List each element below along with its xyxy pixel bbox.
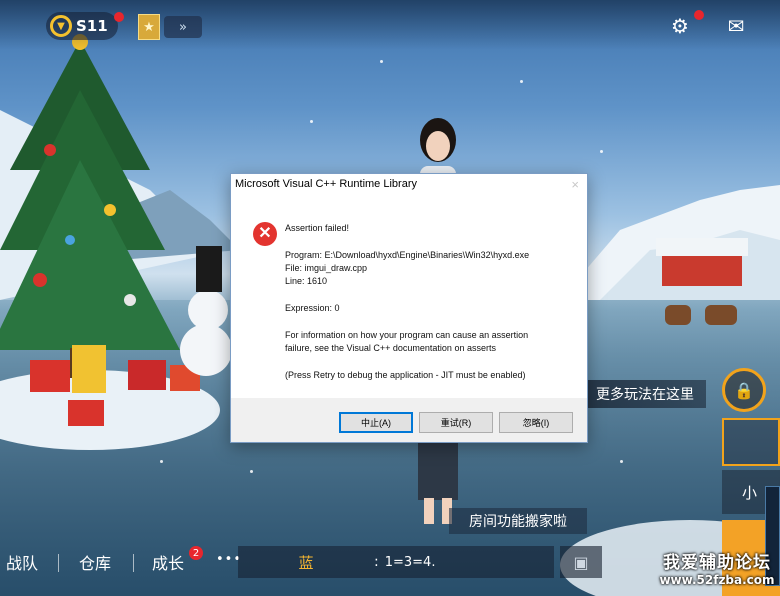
reindeer [665,305,691,325]
mail-envelope-icon[interactable]: ✉ [723,14,749,38]
retry-hint: (Press Retry to debug the application - … [285,370,526,380]
rank-star-icon[interactable]: ★ [138,14,160,40]
retry-button[interactable]: 重试(R) [419,412,493,433]
assertion-dialog: Microsoft Visual C++ Runtime Library × ✕… [230,173,588,443]
growth-notification-badge: 2 [189,546,203,560]
dialog-body: ✕ Assertion failed! Program: E:\Download… [231,196,587,398]
season-notification-dot [114,12,124,22]
assertion-headline: Assertion failed! [285,223,350,233]
source-file: File: imgui_draw.cpp [285,263,368,273]
settings-gear-icon[interactable]: ⚙ [667,14,693,38]
snowflake [600,150,603,153]
snowflake [520,80,523,83]
chat-message: 1=3=4. [384,554,436,570]
chat-expand-icon[interactable]: ▣ [560,546,602,578]
chat-channel[interactable]: 蓝 [238,552,374,573]
snowflake [380,60,383,63]
gift-box [30,360,70,392]
season-badge[interactable]: ▼ S11 [46,12,118,40]
tab-team[interactable]: 战队 [6,544,38,580]
chat-separator: : [374,554,379,570]
reindeer [705,305,737,325]
snowman-body [180,324,232,376]
season-emblem-icon: ▼ [50,15,72,37]
dialog-footer: 中止(A) 重试(R) 忽略(I) [231,398,587,442]
tab-warehouse[interactable]: 仓库 [79,544,111,580]
season-label: S11 [76,17,108,35]
chat-bar[interactable]: 蓝 : 1=3=4. [238,546,554,578]
cabin [662,254,742,286]
dialog-message: Assertion failed! Program: E:\Download\h… [285,222,575,382]
close-icon[interactable]: × [571,177,579,192]
info-text: For information on how your program can … [285,330,529,340]
error-icon: ✕ [253,222,277,246]
gift-box [68,400,104,426]
source-line: Line: 1610 [285,276,328,286]
cabin-roof [656,238,748,256]
side-panel-slot[interactable] [722,418,780,466]
watermark-url: www.52fzba.com [659,573,775,587]
abort-button[interactable]: 中止(A) [339,412,413,433]
ignore-button[interactable]: 忽略(I) [499,412,573,433]
gift-box [72,345,106,393]
watermark: 我爱辅助论坛 www.52fzba.com [657,548,777,587]
more-play-lock-icon[interactable]: 🔒 [722,368,766,412]
assert-expression: Expression: 0 [285,303,340,313]
info-text: failure, see the Visual C++ documentatio… [285,343,496,353]
snowflake [620,460,623,463]
snowflake [250,470,253,473]
gift-box [128,360,166,390]
snowman-hat [196,246,222,292]
expand-button[interactable]: » [164,16,202,38]
tab-divider [133,554,134,572]
tab-growth[interactable]: 成长 [152,544,184,580]
more-play-tip[interactable]: 更多玩法在这里 [588,380,706,408]
snowflake [160,460,163,463]
dialog-title: Microsoft Visual C++ Runtime Library [235,178,417,190]
room-moved-tip: 房间功能搬家啦 [449,508,587,534]
snowflake [310,120,313,123]
settings-notification-dot [694,10,704,20]
watermark-title: 我爱辅助论坛 [663,553,771,573]
program-path: Program: E:\Download\hyxd\Engine\Binarie… [285,250,530,260]
tab-divider [58,554,59,572]
